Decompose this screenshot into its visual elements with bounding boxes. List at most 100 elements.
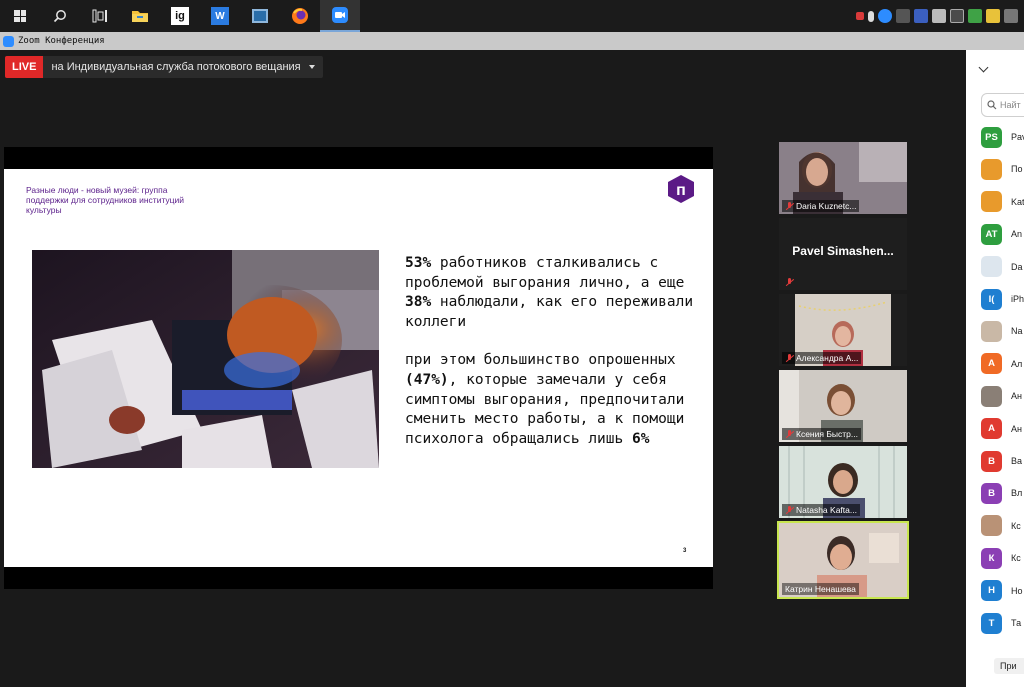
participant-name: Александра А... — [796, 353, 859, 363]
participant-list-item[interactable]: Da — [981, 256, 1023, 278]
record-icon[interactable] — [856, 12, 864, 20]
mic-muted-icon — [785, 201, 794, 211]
live-stream-bar: LIVE на Индивидуальная служба потокового… — [5, 56, 323, 78]
task-view-icon — [92, 9, 107, 23]
avatar — [981, 191, 1002, 213]
windows-taskbar: ig W — [0, 0, 1024, 32]
participant-list-name: Вл — [1011, 488, 1023, 499]
participant-list-name: iPh — [1011, 294, 1024, 304]
window-app-button[interactable] — [240, 0, 280, 32]
windows-logo-icon — [14, 10, 26, 22]
chevron-down-icon — [308, 65, 315, 69]
participant-list-item[interactable]: Kat — [981, 191, 1024, 213]
app-tray-icon[interactable] — [932, 9, 946, 23]
video-tile[interactable]: Александра А... — [779, 294, 907, 366]
p1-text-end: наблюдали, как его переживали коллеги — [405, 294, 694, 330]
participant-list-name: Кс — [1011, 520, 1021, 531]
system-tray — [856, 0, 1024, 32]
participant-list-name: Ал — [1011, 358, 1023, 369]
p1-text: работников сталкивались с проблемой выго… — [405, 255, 685, 291]
search-icon — [53, 10, 66, 23]
participant-list-item[interactable]: В Вл — [981, 482, 1022, 504]
invite-button[interactable]: При — [994, 658, 1024, 674]
video-tile[interactable]: Ксения Быстр... — [779, 370, 907, 442]
search-placeholder: Найт — [1000, 100, 1021, 110]
logo-letter: п — [676, 182, 686, 199]
video-tile[interactable]: Natasha Kafta... — [779, 446, 907, 518]
w-app-button[interactable]: W — [200, 0, 240, 32]
slide-body: 53% работников сталкивались с проблемой … — [405, 254, 695, 468]
participant-name: Ксения Быстр... — [796, 429, 858, 439]
zoom-tray-icon[interactable] — [878, 9, 892, 23]
participant-list-item[interactable]: Н Но — [981, 580, 1023, 602]
stat-6: 6% — [631, 430, 650, 447]
media-icon[interactable] — [968, 9, 982, 23]
participant-list-item[interactable]: Na — [981, 320, 1023, 342]
ig-app-icon: ig — [171, 7, 189, 25]
participant-list-name: An — [1011, 229, 1023, 240]
firefox-icon — [292, 8, 308, 24]
participant-search-input[interactable]: Найт — [981, 93, 1024, 117]
participant-list-item[interactable]: А Ан — [981, 418, 1022, 440]
avatar: А — [981, 353, 1002, 375]
mic-muted-icon — [785, 505, 794, 515]
avatar — [981, 515, 1002, 537]
grid-app-icon[interactable] — [914, 9, 928, 23]
slide-header: Разные люди - новый музей: группа поддер… — [26, 185, 185, 215]
avatar — [981, 385, 1002, 407]
search-icon — [987, 100, 997, 110]
zoom-button[interactable] — [320, 0, 360, 32]
participant-list-item[interactable]: Кс — [981, 515, 1021, 537]
live-badge: LIVE — [5, 56, 44, 78]
w-app-icon: W — [211, 7, 229, 25]
avatar: PS — [981, 126, 1002, 148]
participant-list-item[interactable]: К Кс — [981, 547, 1021, 569]
participant-list-name: По — [1011, 164, 1023, 175]
search-button[interactable] — [40, 0, 80, 32]
camera-icon[interactable] — [896, 9, 910, 23]
participants-panel: Найт PSPavПоKatATAnDaI(iPhNaААлАнААнВВаВ… — [966, 50, 1024, 687]
network-icon[interactable] — [1004, 9, 1018, 23]
participant-name-tag: Natasha Kafta... — [782, 504, 860, 516]
stat-47: (47%) — [405, 371, 449, 388]
slide-paragraph-2: при этом большинство опрошенных (47%), к… — [405, 351, 695, 449]
participant-display-name: Pavel Simashen... — [792, 244, 894, 258]
task-view-button[interactable] — [80, 0, 120, 32]
participant-list-name: Na — [1011, 326, 1023, 337]
microphone-icon[interactable] — [868, 10, 874, 22]
mic-muted-icon — [785, 277, 794, 287]
participant-list-name: Da — [1011, 261, 1023, 272]
participant-list-item[interactable]: PS Pav — [981, 126, 1024, 148]
participant-list-item[interactable]: Т Та — [981, 612, 1021, 634]
live-destination-dropdown[interactable]: на Индивидуальная служба потокового веща… — [43, 56, 323, 78]
participant-list-name: Ва — [1011, 456, 1023, 466]
start-button[interactable] — [0, 0, 40, 32]
participant-name: Natasha Kafta... — [796, 505, 857, 515]
shield-icon[interactable] — [986, 9, 1000, 23]
participant-list-item[interactable]: Ан — [981, 385, 1022, 407]
avatar: AT — [981, 223, 1002, 245]
participant-list-item[interactable]: По — [981, 158, 1022, 180]
monitor-icon[interactable] — [950, 9, 964, 23]
ig-app-button[interactable]: ig — [160, 0, 200, 32]
avatar: В — [981, 450, 1002, 472]
participant-list-name: Ан — [1011, 423, 1022, 434]
participant-list-item[interactable]: А Ал — [981, 353, 1022, 375]
collapse-chevron-icon[interactable] — [978, 62, 989, 73]
participant-list-name: Та — [1011, 618, 1022, 628]
museum-logo: п — [668, 175, 694, 203]
video-tile[interactable]: Pavel Simashen... — [779, 218, 907, 290]
participant-list-item[interactable]: I(iPh — [981, 288, 1024, 310]
active-speaker-tile[interactable]: Катрин Ненашева — [777, 521, 909, 599]
zoom-icon — [332, 7, 348, 23]
avatar — [981, 158, 1002, 180]
participant-list-item[interactable]: AT An — [981, 223, 1022, 245]
participant-name: Daria Kuznetc... — [796, 201, 857, 211]
stat-53: 53% — [405, 255, 432, 271]
video-tile[interactable]: Daria Kuznetc... — [779, 142, 907, 214]
file-explorer-button[interactable] — [120, 0, 160, 32]
presentation-slide: Разные люди - новый музей: группа поддер… — [4, 169, 713, 567]
participant-list-item[interactable]: В Ва — [981, 450, 1022, 472]
participant-name-tag — [782, 276, 797, 288]
firefox-button[interactable] — [280, 0, 320, 32]
